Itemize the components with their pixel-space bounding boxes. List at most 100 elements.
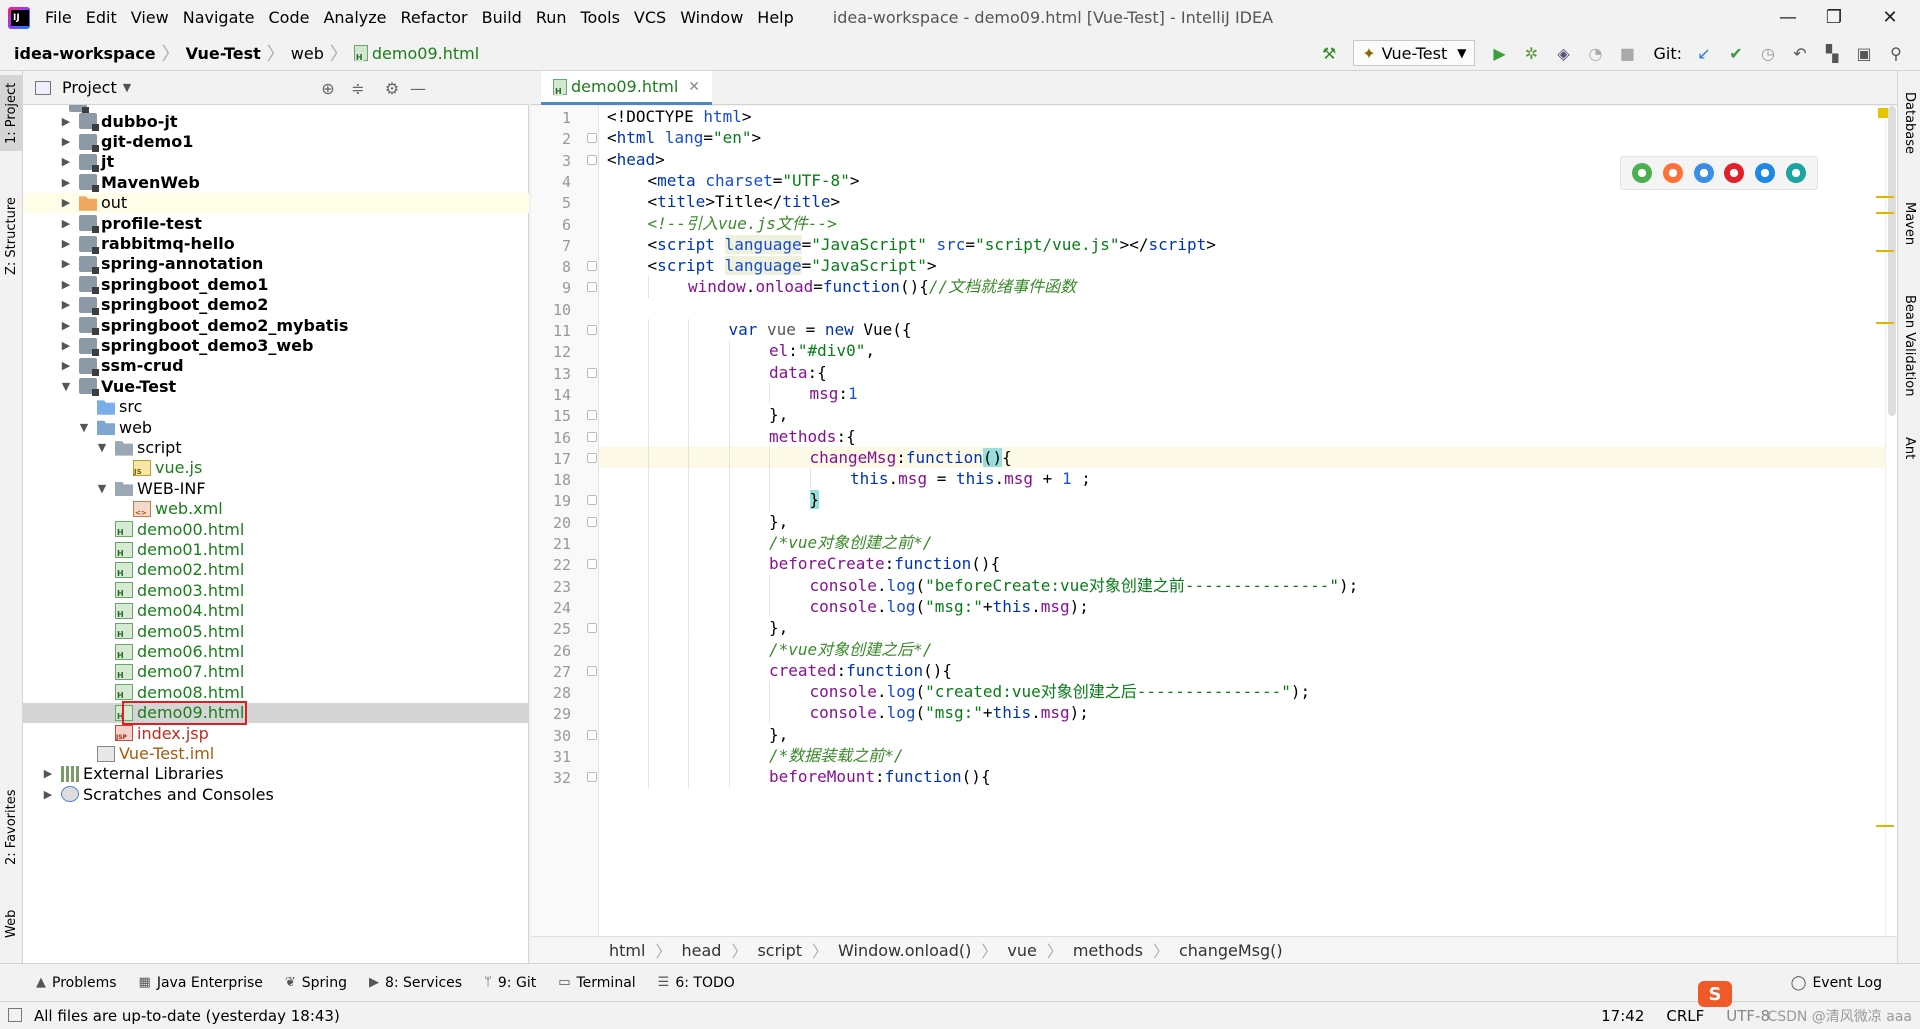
fold-marker-icon[interactable] (587, 665, 597, 676)
code-line[interactable]: <script language="JavaScript"> (648, 255, 937, 276)
tab-database[interactable]: Database (1898, 83, 1920, 163)
tree-item-vue-test[interactable]: ▼ Vue-Test (23, 376, 529, 397)
status-message[interactable]: All files are up-to-date (yesterday 18:4… (34, 1007, 340, 1025)
fold-marker-icon[interactable] (587, 261, 597, 272)
tree-item-dubbo-jt[interactable]: ▶ dubbo-jt (23, 111, 529, 132)
tree-item-vue-js[interactable]: vue.js (23, 458, 529, 478)
expand-arrow-down-icon[interactable]: ▼ (59, 380, 73, 393)
code-line[interactable]: beforeMount:function(){ (769, 766, 991, 787)
warning-mark[interactable] (1876, 212, 1894, 214)
expand-arrow-right-icon[interactable]: ▶ (59, 135, 73, 148)
code-line[interactable]: created:function(){ (769, 660, 952, 681)
menu-edit[interactable]: Edit (79, 0, 124, 35)
code-line[interactable]: data:{ (769, 362, 827, 383)
tree-item-web-inf[interactable]: ▼ WEB-INF (23, 478, 529, 498)
expand-arrow-right-icon[interactable]: ▶ (59, 298, 73, 311)
code-line[interactable]: /*vue对象创建之后*/ (769, 639, 932, 660)
edge-icon[interactable] (1785, 163, 1806, 183)
fold-marker-icon[interactable] (587, 367, 597, 378)
fold-marker-icon[interactable] (587, 772, 597, 783)
fold-marker-icon[interactable] (587, 729, 597, 740)
code-line[interactable]: <html lang="en"> (607, 127, 761, 148)
status-toggle-icon[interactable] (8, 1008, 22, 1022)
hide-panel-icon[interactable]: — (403, 71, 433, 105)
menu-refactor[interactable]: Refactor (394, 0, 475, 35)
code-line[interactable]: var vue = new Vue({ (729, 319, 912, 340)
tool-tab-8-services[interactable]: ▶ 8: Services (369, 975, 462, 991)
safari-icon[interactable] (1693, 163, 1714, 183)
code-line[interactable]: console.log("msg:"+this.msg); (810, 702, 1089, 723)
menu-run[interactable]: Run (529, 0, 574, 35)
stop-icon[interactable]: ■ (1611, 35, 1643, 71)
code-line[interactable]: <!DOCTYPE html> (607, 106, 752, 127)
menu-window[interactable]: Window (673, 0, 750, 35)
expand-arrow-right-icon[interactable]: ▶ (59, 196, 73, 209)
line-separator[interactable]: CRLF (1666, 1007, 1704, 1025)
tree-item-demo07-html[interactable]: demo07.html (23, 662, 529, 682)
menu-help[interactable]: Help (750, 0, 800, 35)
fold-marker-icon[interactable] (587, 325, 597, 335)
fold-marker-icon[interactable] (587, 452, 597, 463)
fold-marker-icon[interactable] (587, 516, 597, 527)
crumb-folder[interactable]: web (291, 44, 324, 63)
git-commit-icon[interactable]: ✔ (1720, 35, 1752, 71)
search-icon[interactable]: ⚲ (1880, 35, 1912, 71)
code-line[interactable]: console.log("msg:"+this.msg); (810, 596, 1089, 617)
editor-crumb[interactable]: script (757, 941, 802, 960)
expand-arrow-right-icon[interactable]: ▶ (59, 115, 73, 128)
tool-tab-6-todo[interactable]: ☰ 6: TODO (658, 975, 735, 991)
profile-icon[interactable]: ◔ (1579, 35, 1611, 71)
tab-project[interactable]: 1: Project (0, 75, 23, 151)
expand-arrow-right-icon[interactable]: ▶ (59, 319, 73, 332)
code-line[interactable]: }, (769, 617, 788, 638)
tree-item-demo02-html[interactable]: demo02.html (23, 560, 529, 580)
tree-item-demo00-html[interactable]: demo00.html (23, 519, 529, 539)
expand-arrow-right-icon[interactable]: ▶ (41, 767, 55, 780)
caret-position[interactable]: 17:42 (1601, 1007, 1644, 1025)
tree-item-demo04-html[interactable]: demo04.html (23, 601, 529, 621)
tab-maven[interactable]: Maven (1898, 189, 1920, 259)
menu-analyze[interactable]: Analyze (316, 0, 393, 35)
crumb-file[interactable]: demo09.html (353, 44, 479, 63)
fold-marker-icon[interactable] (587, 133, 597, 144)
expand-arrow-right-icon[interactable]: ▶ (59, 237, 73, 250)
code-line[interactable]: methods:{ (769, 426, 856, 447)
menu-file[interactable]: File (38, 0, 79, 35)
opera-icon[interactable] (1724, 163, 1745, 183)
code-line[interactable]: console.log("created:vue对象创建之后----------… (810, 681, 1311, 702)
menu-code[interactable]: Code (262, 0, 317, 35)
tree-item-out[interactable]: ▶ out (23, 192, 529, 213)
tool-tab-terminal[interactable]: ▭ Terminal (558, 975, 635, 991)
expand-arrow-down-icon[interactable]: ▼ (77, 421, 91, 434)
ie-icon[interactable] (1754, 163, 1775, 183)
fold-marker-icon[interactable] (587, 431, 597, 442)
file-encoding[interactable]: UTF-8 (1726, 1007, 1770, 1025)
tree-item-springboot-demo2-mybatis[interactable]: ▶ springboot_demo2_mybatis (23, 315, 529, 336)
history-icon[interactable]: ◷ (1752, 35, 1784, 71)
code-line[interactable]: beforeCreate:function(){ (769, 553, 1000, 574)
warning-mark[interactable] (1876, 825, 1894, 827)
editor-crumb[interactable]: Window.onload() (838, 941, 971, 960)
chrome-icon[interactable] (1632, 163, 1653, 183)
fold-marker-icon[interactable] (587, 282, 597, 293)
menu-build[interactable]: Build (475, 0, 529, 35)
tab-favorites[interactable]: 2: Favorites (0, 777, 23, 877)
fold-marker-icon[interactable] (587, 154, 597, 165)
expand-arrow-right-icon[interactable]: ▶ (59, 359, 73, 372)
tree-item-scratches-and-consoles[interactable]: ▶ Scratches and Consoles (23, 784, 529, 804)
tree-item-demo05-html[interactable]: demo05.html (23, 621, 529, 641)
code-line[interactable]: <!--引入vue.js文件--> (648, 213, 837, 234)
tree-item-springboot-demo2[interactable]: ▶ springboot_demo2 (23, 295, 529, 315)
code-line[interactable]: <meta charset="UTF-8"> (648, 170, 860, 191)
run-icon[interactable]: ▶ (1483, 35, 1515, 71)
project-panel-title[interactable]: Project (62, 78, 117, 97)
window-layout-icon[interactable]: ▣ (1848, 35, 1880, 71)
tab-structure[interactable]: Z: Structure (0, 181, 23, 291)
code-line[interactable]: }, (769, 724, 788, 745)
editor-crumb[interactable]: methods (1073, 941, 1143, 960)
tree-item-rabbitmq-hello[interactable]: ▶ rabbitmq-hello (23, 233, 529, 254)
code-line[interactable]: window.onload=function(){//文档就绪事件函数 (688, 276, 1076, 297)
crumb-module[interactable]: Vue-Test (186, 44, 261, 63)
editor-crumb[interactable]: changeMsg() (1179, 941, 1283, 960)
warning-mark[interactable] (1876, 250, 1894, 252)
